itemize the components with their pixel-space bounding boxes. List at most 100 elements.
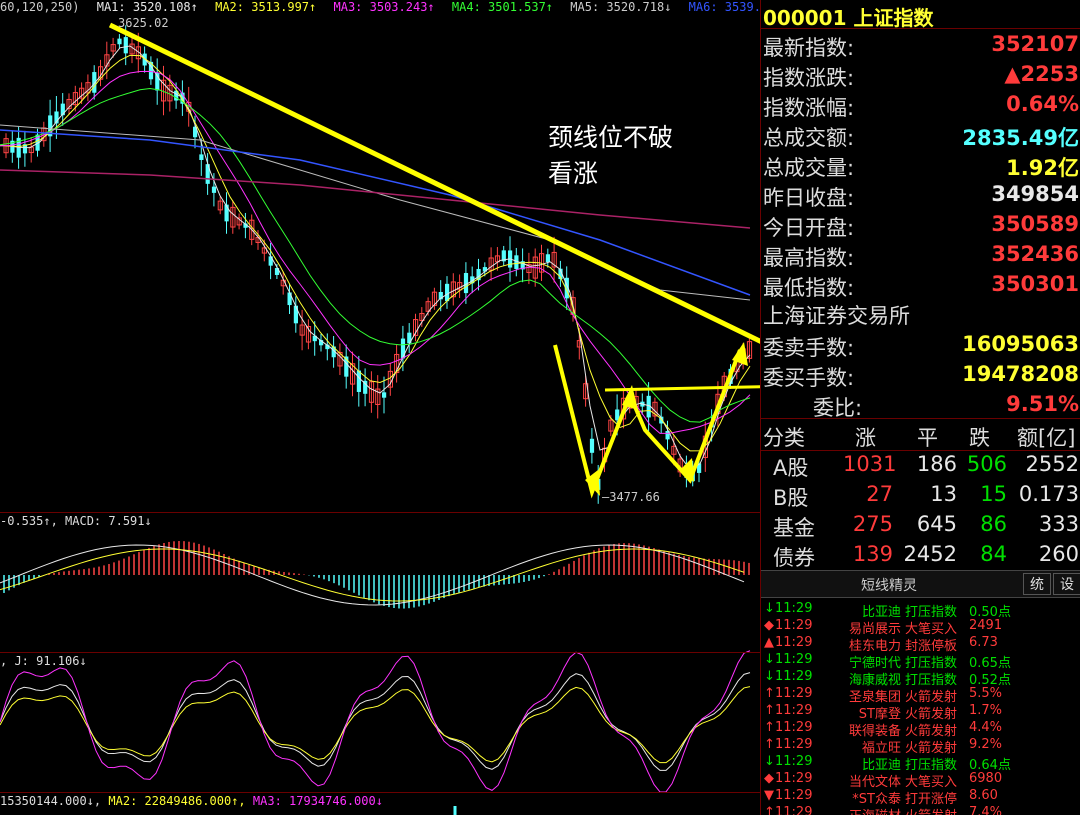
classify-flat: 2452: [903, 542, 957, 566]
candle-body: [382, 392, 387, 398]
classify-down: 506: [966, 452, 1007, 476]
ma1-label: MA1: 3520.108↑: [96, 0, 198, 14]
feed-list[interactable]: ↓ 11:29 比亚迪 打压指数 0.50点 ◆ 11:29 易尚展示 大笔买入 2491 ▲ 11:…: [761, 600, 1080, 815]
ma3-label: MA3: 3503.243↑: [333, 0, 435, 14]
feed-mark: ↑: [764, 737, 775, 752]
feed-value: 2491: [969, 618, 1003, 633]
order-row: 委比: 9.51%: [761, 390, 1080, 420]
feed-item[interactable]: ▼ 11:29 *ST众泰 打开涨停 8.60: [761, 787, 1080, 807]
high-price-label: 3625.02: [118, 16, 169, 30]
feed-stats-button[interactable]: 统: [1023, 573, 1051, 595]
index-code[interactable]: 000001: [763, 6, 847, 30]
feed-item[interactable]: ↓ 11:29 宁德时代 打压指数 0.65点: [761, 651, 1080, 671]
feed-item[interactable]: ◆ 11:29 易尚展示 大笔买入 2491: [761, 617, 1080, 637]
feed-title[interactable]: 短线精灵: [761, 575, 1017, 595]
feed-mark: ↑: [764, 805, 775, 815]
feed-time: 11:29: [775, 720, 813, 735]
feed-item[interactable]: ↓ 11:29 比亚迪 打压指数 0.64点: [761, 753, 1080, 773]
classify-row[interactable]: B股 27 13 15 0.173: [761, 480, 1080, 510]
quote-row-label: 指数涨跌:: [763, 66, 855, 90]
feed-time: 11:29: [775, 805, 813, 815]
feed-time: 11:29: [775, 788, 813, 803]
quote-row: 最低指数: 350301: [761, 270, 1080, 300]
feed-item[interactable]: ↑ 11:29 福立旺 火箭发射 9.2%: [761, 736, 1080, 756]
wm-pattern-line: [553, 344, 742, 499]
vol-ma2-label: MA2: 22849486.000↑,: [108, 794, 246, 808]
classify-amount: 260: [1038, 542, 1079, 566]
feed-mark: ◆: [764, 618, 774, 633]
classify-row[interactable]: 债券 139 2452 84 260: [761, 540, 1080, 570]
classify-name: B股: [773, 486, 809, 510]
ma5-label: MA5: 3520.718↓: [570, 0, 672, 14]
quote-panel: 000001 上证指数 最新指数: 352107 指数涨跌: ▲2253 指数涨幅: 0.…: [760, 0, 1080, 815]
feed-item[interactable]: ↑ 11:29 ST摩登 火箭发射 1.7%: [761, 702, 1080, 722]
classify-down: 84: [980, 542, 1007, 566]
annotation-line-1: 颈线位不破: [548, 123, 674, 152]
feed-mark: ◆: [764, 771, 774, 786]
feed-time: 11:29: [775, 703, 813, 718]
kline-chart-area[interactable]: 60,120,250) MA1: 3520.108↑ MA2: 3513.997…: [0, 0, 760, 815]
feed-item[interactable]: ↑11:29 正海磁材火箭发射 7.4%: [761, 804, 1080, 815]
trend-line: [108, 22, 760, 344]
feed-value: 6980: [969, 771, 1003, 786]
classify-header-up: 涨: [855, 426, 876, 450]
feed-value: 8.60: [969, 788, 998, 803]
feed-mark: ↑: [764, 686, 775, 701]
feed-mark: ↑: [764, 703, 775, 718]
classify-row[interactable]: 基金 275 645 86 333: [761, 510, 1080, 540]
quote-row: 指数涨幅: 0.64%: [761, 90, 1080, 120]
divider-macd: [0, 512, 760, 513]
classify-row[interactable]: A股 1031 186 506 2552: [761, 450, 1080, 480]
neckline: [604, 385, 760, 392]
candle-body: [211, 186, 217, 193]
candle-body: [268, 256, 273, 266]
low-price-label: —3477.66: [602, 490, 660, 504]
feed-mark: ↓: [764, 669, 775, 684]
dif-line: [0, 544, 745, 606]
feed-value: 6.73: [969, 635, 998, 650]
classify-amount: 0.173: [1018, 482, 1079, 506]
quote-row-label: 最高指数:: [763, 246, 855, 270]
feed-mark: ↓: [764, 652, 775, 667]
feed-titlebar: 短线精灵 统 设: [761, 570, 1080, 598]
feed-item[interactable]: ▲ 11:29 桂东电力 封涨停板 6.73: [761, 634, 1080, 654]
index-name[interactable]: 上证指数: [853, 6, 933, 30]
quote-row-value: 349854: [991, 182, 1079, 206]
quote-row: 昨日收盘: 349854: [761, 180, 1080, 210]
feed-time: 11:29: [775, 601, 813, 616]
classify-up: 275: [852, 512, 893, 536]
candle-body: [545, 254, 550, 263]
quote-row-value: 352436: [991, 242, 1079, 266]
classify-name: A股: [773, 456, 809, 480]
ma2-label: MA2: 3513.997↑: [215, 0, 317, 14]
quote-row-value: 0.64%: [1006, 92, 1079, 116]
feed-settings-button[interactable]: 设: [1053, 573, 1080, 595]
candle-body: [356, 370, 361, 392]
feed-time: 11:29: [775, 618, 813, 633]
classify-header-type: 分类: [763, 426, 805, 450]
quote-row-value: 350589: [991, 212, 1079, 236]
quote-row-label: 总成交额:: [763, 126, 855, 150]
classify-name: 债券: [773, 546, 815, 570]
exchange-name: 上海证券交易所: [763, 304, 910, 328]
classify-amount: 2552: [1025, 452, 1079, 476]
feed-item[interactable]: ↑ 11:29 联得装备 火箭发射 4.4%: [761, 719, 1080, 739]
classify-up: 1031: [843, 452, 897, 476]
quote-row-value: 2835.49亿: [962, 126, 1079, 150]
order-row: 委买手数: 19478208: [761, 360, 1080, 390]
candle-body: [445, 283, 450, 302]
feed-item[interactable]: ↑ 11:29 圣泉集团 火箭发射 5.5%: [761, 685, 1080, 705]
classify-amount: 333: [1038, 512, 1079, 536]
feed-mark: ↑: [764, 720, 775, 735]
quote-row: 今日开盘: 350589: [761, 210, 1080, 240]
classify-table: 分类 涨 平 跌 额[亿] A股 1031 186 506 2552 B股 27 13 15 0.…: [761, 420, 1080, 570]
feed-item[interactable]: ↓ 11:29 海康威视 打压指数 0.52点: [761, 668, 1080, 688]
feed-item[interactable]: ◆ 11:29 当代文体 大笔买入 6980: [761, 770, 1080, 790]
feed-value: 1.7%: [969, 703, 1003, 718]
feed-item[interactable]: ↓ 11:29 比亚迪 打压指数 0.50点: [761, 600, 1080, 620]
quote-row-value: ▲2253: [1004, 62, 1079, 86]
feed-value: 5.5%: [969, 686, 1003, 701]
classify-header-row: 分类 涨 平 跌 额[亿]: [761, 420, 1080, 450]
classify-header-flat: 平: [917, 426, 938, 450]
annotation-line-2: 看涨: [548, 159, 599, 188]
